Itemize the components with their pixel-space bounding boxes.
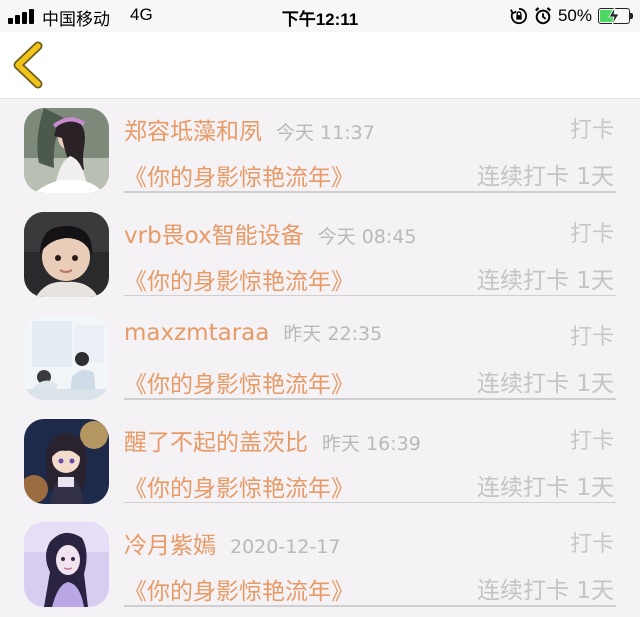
chevron-left-icon	[13, 41, 43, 89]
status-indicators: 50%	[510, 5, 633, 27]
checkin-time: 2020-12-17	[230, 536, 341, 558]
checkin-streak: 连续打卡 1天	[477, 371, 614, 397]
user-name: vrb畏ox智能设备 今天 08:45	[124, 222, 417, 249]
checkin-time: 昨天 16:39	[322, 432, 421, 455]
checkin-action-label: 打卡	[569, 428, 614, 454]
checkin-time: 今天 08:45	[317, 225, 417, 248]
user-avatar[interactable]	[24, 315, 109, 400]
work-title[interactable]: 《你的身影惊艳流年》	[124, 572, 354, 606]
status-bar: 中国移动 4G 下午12:11 50%	[0, 0, 640, 32]
checkin-time: 昨天 22:35	[283, 323, 383, 345]
charging-bolt-icon	[608, 7, 620, 25]
checkin-list: 郑容坻藻和夙 今天 11:37 打卡 《你的身影惊艳流年》 连续打卡 1天 vrb…	[0, 99, 640, 617]
work-title[interactable]: 《你的身影惊艳流年》	[124, 158, 354, 192]
checkin-streak: 连续打卡 1天	[477, 164, 614, 190]
checkin-streak: 连续打卡 1天	[477, 474, 614, 501]
user-name: 郑容坻藻和夙 今天 11:37	[124, 119, 375, 145]
back-button[interactable]	[6, 40, 52, 90]
row-divider	[124, 398, 616, 400]
user-avatar[interactable]	[24, 108, 109, 193]
checkin-time: 今天 11:37	[276, 122, 375, 144]
user-avatar[interactable]	[24, 211, 109, 297]
checkin-action-label: 打卡	[569, 325, 614, 350]
user-name: 冷月紫嫣 2020-12-17	[124, 533, 341, 559]
checkin-action-label: 打卡	[569, 221, 614, 247]
work-title[interactable]: 《你的身影惊艳流年》	[124, 262, 354, 296]
user-avatar[interactable]	[24, 522, 109, 607]
list-item[interactable]: 冷月紫嫣 2020-12-17 打卡 《你的身影惊艳流年》 连续打卡 1天	[0, 513, 640, 617]
row-divider	[124, 191, 616, 193]
rotation-lock-icon	[510, 7, 527, 25]
user-name: maxzmtaraa 昨天 22:35	[124, 320, 383, 346]
row-divider	[124, 294, 616, 296]
row-divider	[124, 605, 616, 607]
battery-icon	[598, 7, 633, 25]
user-avatar[interactable]	[24, 418, 109, 504]
list-item[interactable]: maxzmtaraa 昨天 22:35 打卡 《你的身影惊艳流年》 连续打卡 1天	[0, 306, 640, 410]
checkin-streak: 连续打卡 1天	[477, 267, 614, 294]
alarm-icon	[534, 7, 551, 25]
list-item[interactable]: 醒了不起的盖茨比 昨天 16:39 打卡 《你的身影惊艳流年》 连续打卡 1天	[0, 410, 640, 514]
list-item[interactable]: 郑容坻藻和夙 今天 11:37 打卡 《你的身影惊艳流年》 连续打卡 1天	[0, 99, 640, 203]
user-name: 醒了不起的盖茨比 昨天 16:39	[124, 429, 421, 456]
battery-percentage: 50%	[557, 6, 592, 25]
row-divider	[124, 501, 616, 503]
checkin-streak: 连续打卡 1天	[477, 578, 614, 604]
list-item[interactable]: vrb畏ox智能设备 今天 08:45 打卡 《你的身影惊艳流年》 连续打卡 1天	[0, 203, 640, 307]
checkin-action-label: 打卡	[569, 118, 614, 143]
work-title[interactable]: 《你的身影惊艳流年》	[124, 469, 354, 503]
checkin-action-label: 打卡	[569, 532, 614, 557]
work-title[interactable]: 《你的身影惊艳流年》	[124, 365, 354, 399]
navigation-bar	[0, 32, 640, 99]
